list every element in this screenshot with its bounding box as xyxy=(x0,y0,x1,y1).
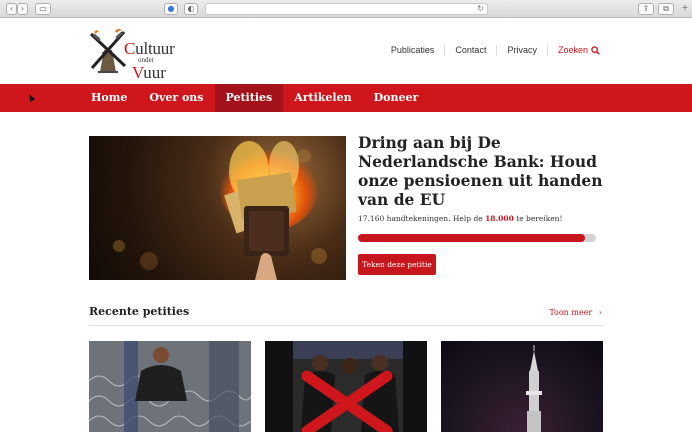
search-label: Zoeken xyxy=(557,45,588,55)
recent-petitions-title: Recente petities xyxy=(89,305,190,318)
tabs-button[interactable]: ⧉ xyxy=(658,3,674,15)
show-more-label: Toon meer xyxy=(549,308,593,317)
sidebar-button[interactable]: ▭ xyxy=(35,3,51,15)
burning-money-illustration xyxy=(113,141,327,280)
menu-item-doneer[interactable]: Doneer xyxy=(363,84,430,112)
top-nav: Publicaties Contact Privacy Zoeken xyxy=(381,45,600,56)
new-tab-button[interactable]: + xyxy=(679,3,691,15)
back-button[interactable]: ‹ xyxy=(6,3,17,15)
signature-count-prefix: 17.160 handtekeningen. Help de xyxy=(358,214,483,223)
sign-petition-button[interactable]: Teken deze petitie xyxy=(358,254,436,275)
search-icon xyxy=(591,46,600,55)
nav-link-publicaties[interactable]: Publicaties xyxy=(381,45,445,56)
logo-initial-c: C xyxy=(124,39,136,58)
logo-word-3-rest: uur xyxy=(143,63,166,82)
browser-toolbar: ‹ › ▭ ● ◐ ↻ ⇪ ⧉ + xyxy=(0,0,692,18)
logo-text: Cultuur onder Vuur xyxy=(124,40,175,81)
petition-image-crossed-group xyxy=(293,341,403,432)
logo-initial-v: V xyxy=(132,63,144,82)
petition-image-border-fence xyxy=(89,341,251,432)
menu-item-home[interactable]: Home xyxy=(80,84,138,112)
progress-fill xyxy=(358,234,585,242)
hero-image[interactable] xyxy=(89,136,346,280)
section-divider xyxy=(89,325,603,326)
main-menu-bar: Home Over ons Petities Artikelen Doneer xyxy=(0,84,692,112)
nav-link-privacy[interactable]: Privacy xyxy=(496,45,547,56)
privacy-icon[interactable]: ● xyxy=(164,3,178,15)
signature-count: 17.160 handtekeningen. Help de 18.000 te… xyxy=(358,214,563,223)
hero-title[interactable]: Dring aan bij De Nederlandsche Bank: Hou… xyxy=(358,133,608,209)
search-link[interactable]: Zoeken xyxy=(546,45,600,56)
signature-count-suffix: te bereiken! xyxy=(516,214,563,223)
signature-progress-bar xyxy=(358,234,596,242)
menu-item-artikelen[interactable]: Artikelen xyxy=(283,84,362,112)
forward-button[interactable]: › xyxy=(17,3,28,15)
share-button[interactable]: ⇪ xyxy=(638,3,654,15)
chevron-right-icon: › xyxy=(598,308,602,317)
site-logo[interactable]: Cultuur onder Vuur xyxy=(88,28,188,81)
windmill-icon xyxy=(89,29,127,73)
petition-image-minaret xyxy=(526,345,542,432)
signature-goal: 18.000 xyxy=(485,214,514,223)
show-more-link[interactable]: Toon meer › xyxy=(549,308,602,317)
reload-icon[interactable]: ↻ xyxy=(477,4,484,14)
petition-card[interactable] xyxy=(441,341,603,432)
menu-item-over-ons[interactable]: Over ons xyxy=(138,84,214,112)
petition-card[interactable] xyxy=(89,341,251,432)
address-bar[interactable]: ↻ xyxy=(205,3,488,15)
reader-icon[interactable]: ◐ xyxy=(184,3,198,15)
menu-item-petities[interactable]: Petities xyxy=(214,84,284,112)
main-menu: Home Over ons Petities Artikelen Doneer xyxy=(80,84,429,112)
petition-card[interactable] xyxy=(265,341,427,432)
nav-link-contact[interactable]: Contact xyxy=(444,45,496,56)
